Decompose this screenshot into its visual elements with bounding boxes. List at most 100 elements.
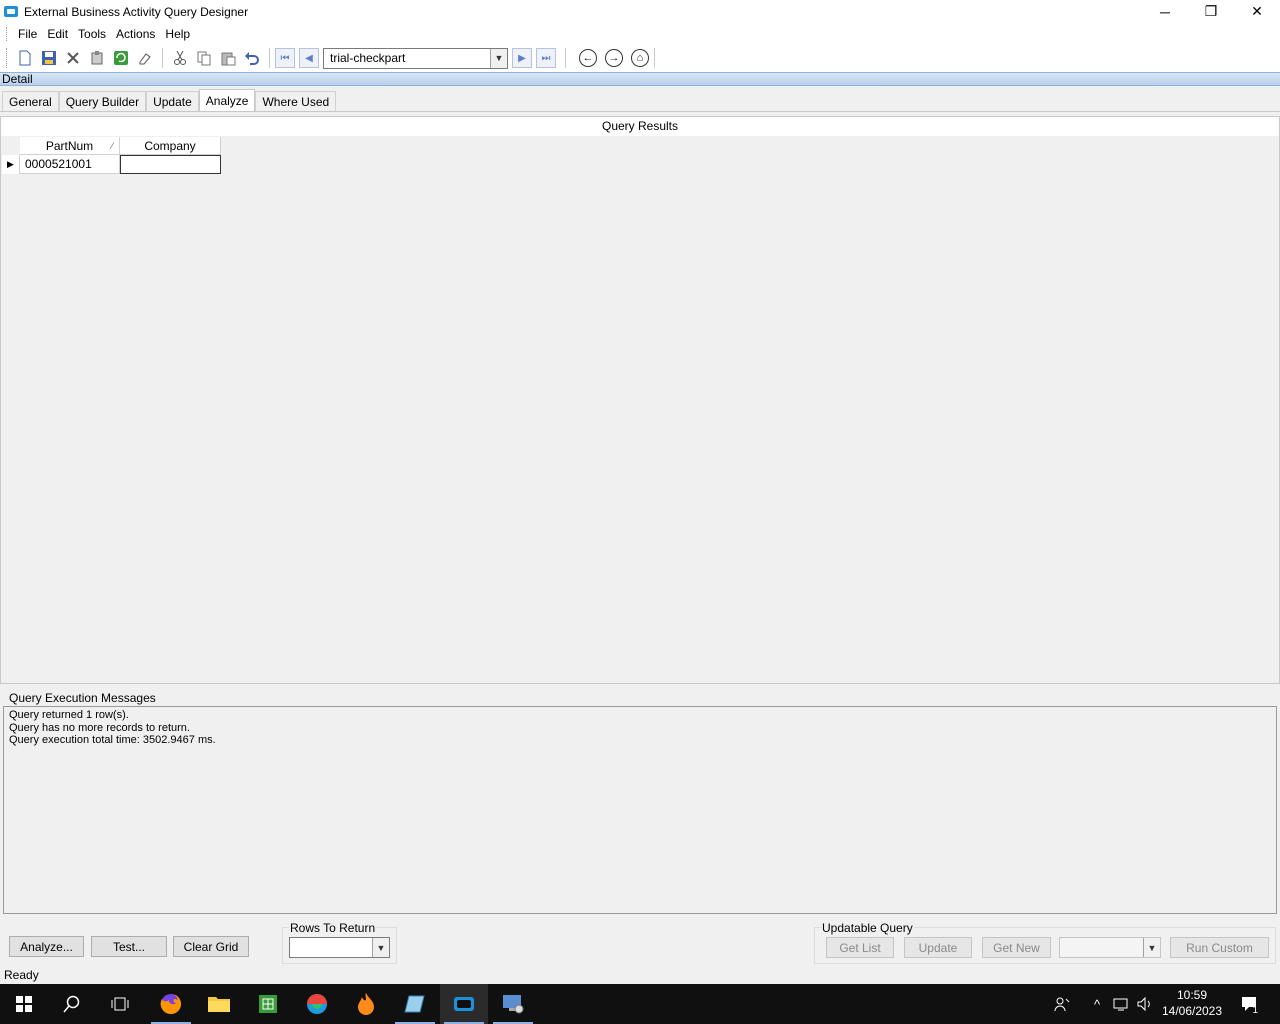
- get-list-button[interactable]: Get List: [826, 937, 894, 958]
- back-icon[interactable]: ←: [579, 49, 597, 67]
- cut-icon[interactable]: [168, 47, 192, 69]
- first-record-icon[interactable]: ⏮: [275, 48, 295, 68]
- column-header-partnum[interactable]: PartNum ⁄: [20, 137, 120, 155]
- rows-to-return-combo[interactable]: ▼: [289, 937, 390, 958]
- menu-bar: File Edit Tools Actions Help: [0, 23, 1280, 44]
- delete-icon[interactable]: [61, 47, 85, 69]
- start-icon[interactable]: [0, 984, 48, 1024]
- message-line: Query returned 1 row(s).: [9, 709, 129, 721]
- message-line: Query has no more records to return.: [9, 721, 190, 734]
- tab-where-used[interactable]: Where Used: [255, 91, 337, 112]
- file-explorer-icon[interactable]: [195, 984, 243, 1024]
- people-icon[interactable]: [1050, 984, 1074, 1024]
- paste-icon[interactable]: [216, 47, 240, 69]
- chevron-down-icon[interactable]: ▼: [372, 938, 389, 957]
- toolbar-grip: [6, 48, 9, 68]
- tab-query-builder[interactable]: Query Builder: [58, 91, 147, 112]
- get-new-button[interactable]: Get New: [982, 937, 1051, 958]
- analyze-button[interactable]: Analyze...: [9, 936, 84, 957]
- grid-header: PartNum ⁄ Company: [2, 137, 221, 155]
- results-grid: PartNum ⁄ Company ▶ 0000521001: [2, 137, 221, 174]
- spreadsheet-app-icon[interactable]: [244, 984, 292, 1024]
- messages-box[interactable]: Query returned 1 row(s). Query has no mo…: [3, 706, 1277, 914]
- last-record-icon[interactable]: ⏭: [536, 48, 556, 68]
- network-icon[interactable]: [1110, 984, 1132, 1024]
- home-icon[interactable]: ⌂: [631, 49, 649, 67]
- attach-icon[interactable]: [85, 47, 109, 69]
- message-line: Query execution total time: 3502.9467 ms…: [9, 734, 216, 746]
- toolbar-separator: [162, 48, 163, 68]
- notification-icon[interactable]: 1: [1236, 984, 1264, 1024]
- menu-grip: [6, 26, 9, 41]
- toolbar-separator: [269, 48, 270, 68]
- cell-company[interactable]: [120, 155, 221, 174]
- run-custom-button[interactable]: Run Custom: [1170, 937, 1269, 958]
- custom-action-combo[interactable]: ▼: [1059, 937, 1161, 958]
- chevron-up-icon[interactable]: ^: [1087, 984, 1107, 1024]
- messages-label: Query Execution Messages: [9, 691, 156, 705]
- menu-tools[interactable]: Tools: [73, 27, 111, 41]
- bottom-panel: Analyze... Test... Clear Grid Rows To Re…: [0, 918, 1280, 964]
- menu-edit[interactable]: Edit: [42, 27, 73, 41]
- update-button[interactable]: Update: [904, 937, 972, 958]
- row-pointer-icon[interactable]: ▶: [2, 155, 20, 174]
- query-results-caption: Query Results: [1, 117, 1279, 136]
- menu-actions[interactable]: Actions: [111, 27, 160, 41]
- task-view-icon[interactable]: [96, 984, 144, 1024]
- clock-time: 10:59: [1176, 988, 1208, 1002]
- undo-icon[interactable]: [240, 47, 264, 69]
- save-icon[interactable]: [37, 47, 61, 69]
- chevron-down-icon[interactable]: ▼: [490, 48, 507, 68]
- next-record-icon[interactable]: ▶: [512, 48, 532, 68]
- minimize-button[interactable]: ─: [1142, 0, 1188, 23]
- tab-analyze[interactable]: Analyze: [198, 89, 256, 112]
- query-id-combo[interactable]: trial-checkpart ▼: [323, 47, 508, 69]
- volume-icon[interactable]: [1134, 984, 1156, 1024]
- eraser-icon[interactable]: [133, 47, 157, 69]
- menu-file[interactable]: File: [13, 27, 42, 41]
- flame-app-icon[interactable]: [342, 984, 390, 1024]
- tab-strip: General Query Builder Update Analyze Whe…: [0, 89, 337, 112]
- menu-help[interactable]: Help: [160, 27, 195, 41]
- status-bar: Ready: [0, 966, 1280, 984]
- cell-partnum[interactable]: 0000521001: [20, 155, 120, 174]
- notification-count: 1: [1252, 1005, 1258, 1016]
- refresh-icon[interactable]: [109, 47, 133, 69]
- column-header-company[interactable]: Company: [120, 137, 221, 155]
- chevron-down-icon[interactable]: ▼: [1143, 938, 1160, 957]
- toolbar-separator: [565, 48, 566, 68]
- taskbar-clock[interactable]: 10:59 14/06/2023: [1158, 984, 1226, 1024]
- tab-update[interactable]: Update: [146, 91, 199, 112]
- test-button[interactable]: Test...: [91, 936, 167, 957]
- previous-record-icon[interactable]: ◀: [299, 48, 319, 68]
- app-icon: [4, 6, 18, 17]
- forward-icon[interactable]: →: [605, 49, 623, 67]
- clock-date: 14/06/2023: [1161, 1004, 1223, 1018]
- close-button[interactable]: ✕: [1234, 0, 1280, 23]
- new-icon[interactable]: [13, 47, 37, 69]
- sort-icon: ⁄: [111, 141, 113, 151]
- tab-general[interactable]: General: [2, 91, 59, 112]
- search-icon[interactable]: [48, 984, 96, 1024]
- copy-icon[interactable]: [192, 47, 216, 69]
- table-row[interactable]: ▶ 0000521001: [2, 155, 221, 174]
- query-results-panel: Query Results PartNum ⁄ Company ▶ 000052…: [0, 116, 1280, 684]
- remote-desktop-icon[interactable]: [489, 984, 537, 1024]
- rows-to-return-label: Rows To Return: [289, 921, 377, 935]
- taskbar: ^ 10:59 14/06/2023 1: [0, 984, 1280, 1024]
- clear-grid-button[interactable]: Clear Grid: [173, 936, 249, 957]
- column-header-label: PartNum: [45, 139, 94, 153]
- detail-bar: Detail: [0, 72, 1280, 86]
- notepad-app-icon[interactable]: [391, 984, 439, 1024]
- window-title: External Business Activity Query Designe…: [24, 4, 249, 19]
- edge-icon[interactable]: [293, 984, 341, 1024]
- restore-button[interactable]: ❐: [1188, 0, 1234, 23]
- window-controls: ─ ❐ ✕: [1142, 0, 1280, 23]
- query-designer-app-icon[interactable]: [440, 984, 488, 1024]
- toolbar: ⏮ ◀ trial-checkpart ▼ ▶ ⏭ ← → ⌂: [0, 44, 1280, 72]
- firefox-icon[interactable]: [147, 984, 195, 1024]
- column-header-label: Company: [144, 139, 196, 153]
- tab-divider: [0, 111, 1280, 112]
- toolbar-separator: [654, 48, 655, 68]
- title-bar: External Business Activity Query Designe…: [0, 0, 1280, 23]
